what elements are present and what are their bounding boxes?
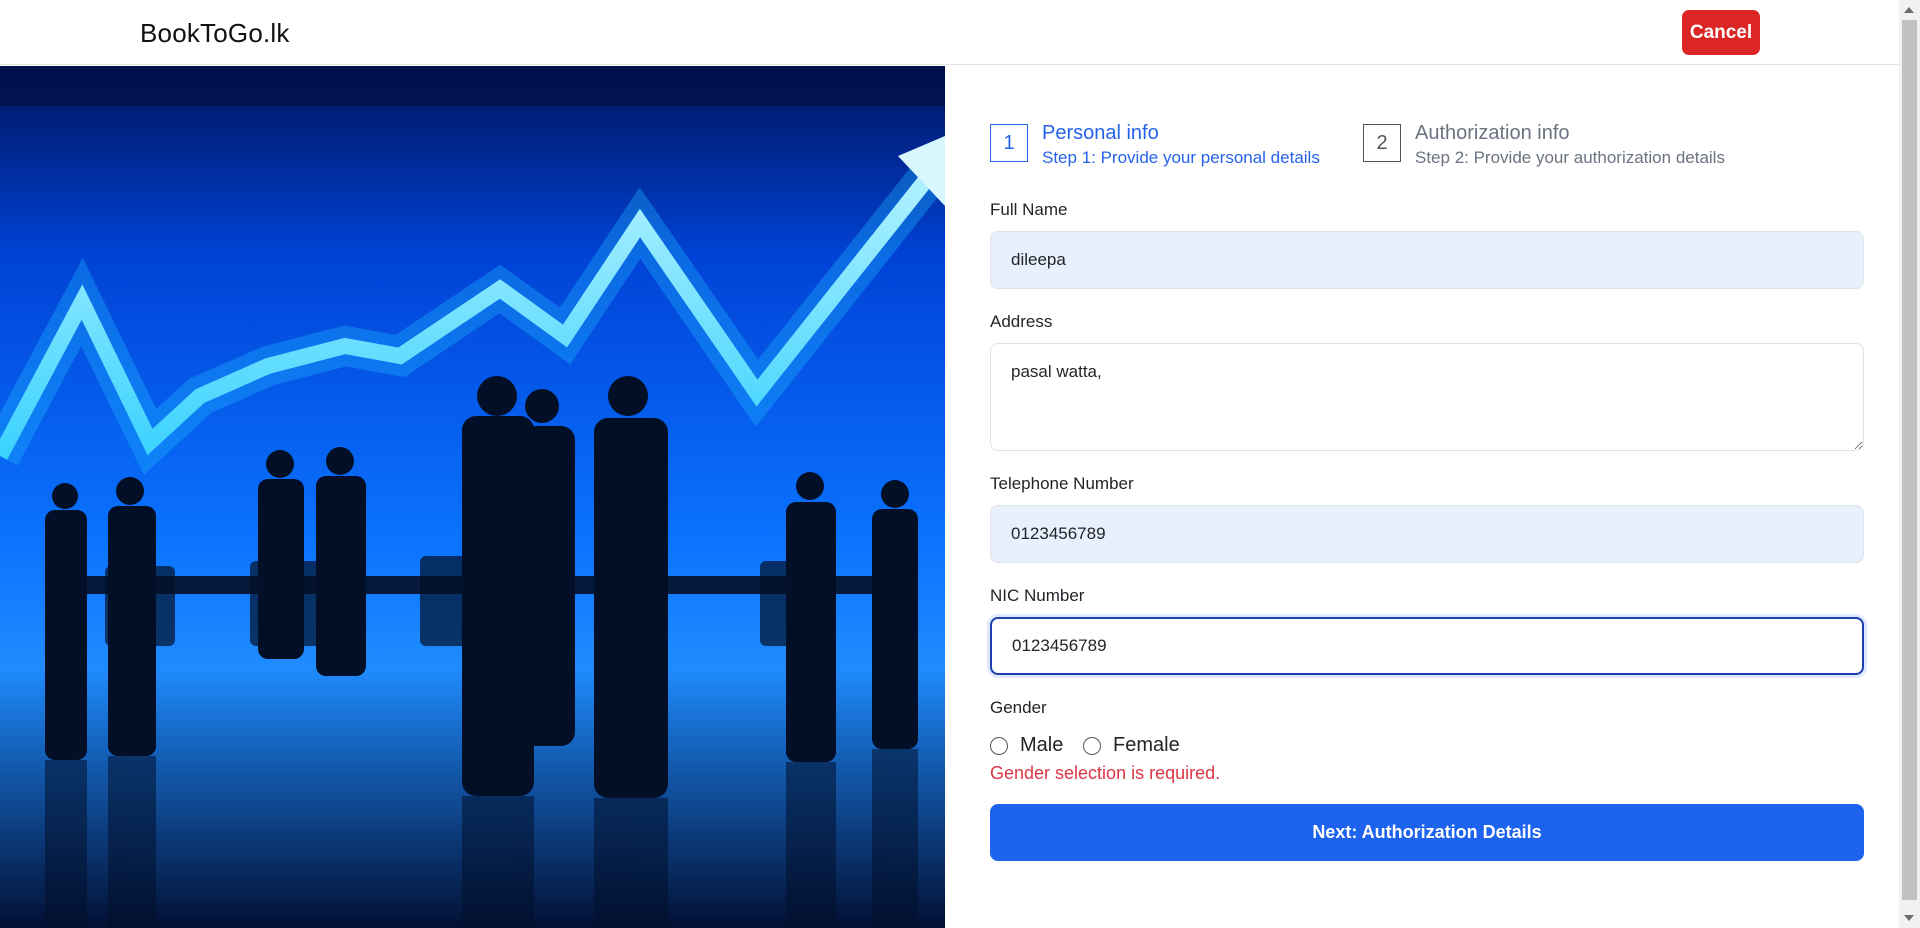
female-radio-label[interactable]: Female — [1113, 734, 1180, 757]
step-title: Authorization info — [1415, 122, 1570, 144]
scrollbar-thumb[interactable] — [1902, 20, 1917, 900]
telephone-input[interactable] — [990, 505, 1864, 563]
step-number: 1 — [990, 124, 1028, 162]
nic-input[interactable] — [990, 617, 1864, 675]
full-name-label: Full Name — [990, 200, 1068, 219]
page-scrollbar[interactable] — [1899, 0, 1920, 928]
gender-label: Gender — [990, 698, 1047, 717]
cancel-button[interactable]: Cancel — [1682, 10, 1760, 55]
hero-image — [0, 66, 945, 928]
male-radio[interactable] — [990, 737, 1008, 755]
male-radio-label[interactable]: Male — [1020, 734, 1063, 757]
scroll-up-arrow-icon[interactable] — [1904, 7, 1914, 13]
business-meeting-growth-chart-image — [0, 66, 945, 928]
nic-label: NIC Number — [990, 586, 1085, 605]
address-textarea[interactable]: pasal watta, — [990, 343, 1864, 451]
step-subtitle: Step 2: Provide your authorization detai… — [1415, 148, 1725, 167]
full-name-input[interactable] — [990, 231, 1864, 289]
address-label: Address — [990, 312, 1053, 331]
brand-logo-text[interactable]: BookToGo.lk — [140, 18, 290, 49]
gender-error-message: Gender selection is required. — [990, 763, 1221, 783]
scroll-down-arrow-icon[interactable] — [1904, 915, 1914, 921]
female-radio[interactable] — [1083, 737, 1101, 755]
next-authorization-button[interactable]: Next: Authorization Details — [990, 804, 1864, 861]
top-navbar: BookToGo.lk Cancel — [0, 0, 1899, 65]
step-number: 2 — [1363, 124, 1401, 162]
step-subtitle: Step 1: Provide your personal details — [1042, 148, 1320, 167]
telephone-label: Telephone Number — [990, 474, 1134, 493]
step-title: Personal info — [1042, 122, 1159, 144]
